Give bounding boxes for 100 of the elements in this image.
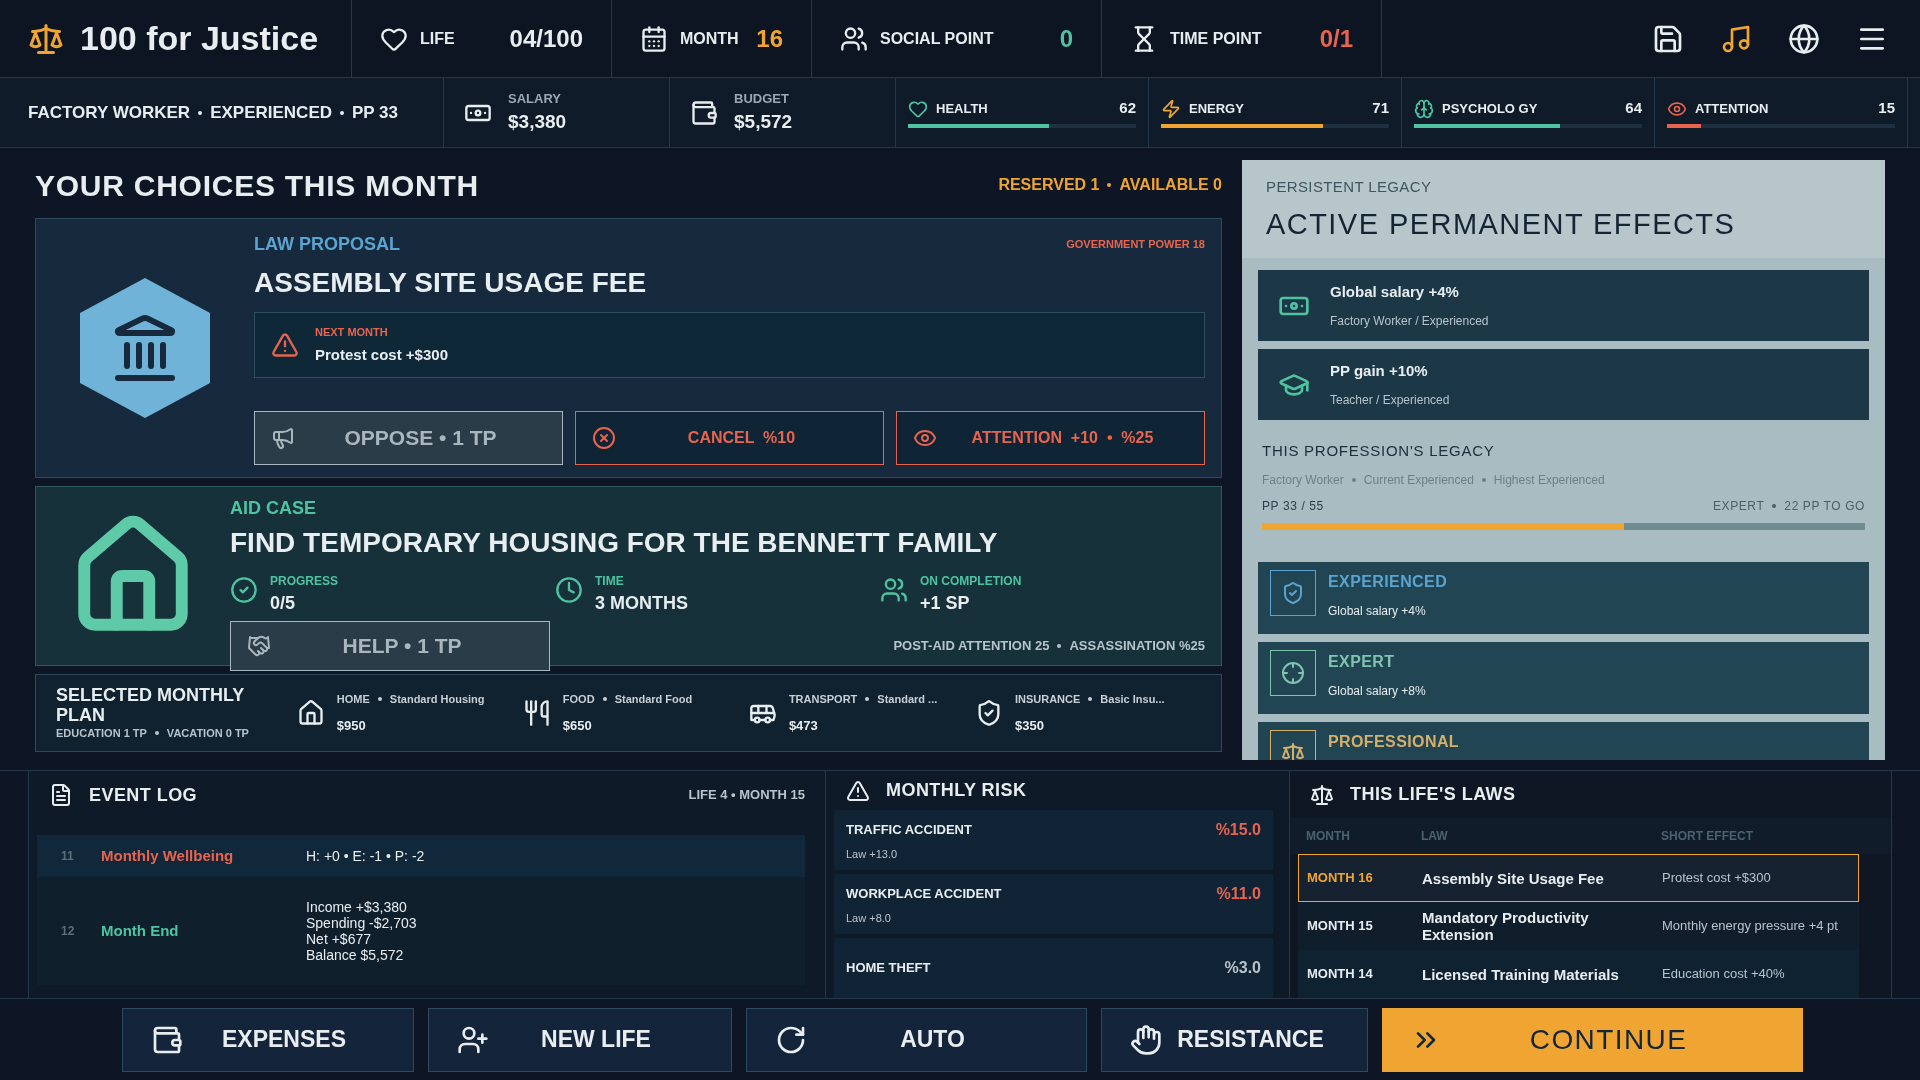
effect-title: PP gain +10% [1330, 361, 1429, 382]
risk-value: %11.0 [1216, 883, 1261, 904]
warning-icon [271, 331, 299, 359]
continue-button[interactable]: CONTINUE [1382, 1007, 1803, 1072]
tier-effect: Global salary +8% [1328, 682, 1426, 700]
plan-category: TRANSPORT [788, 692, 858, 707]
row-number: 11 [61, 848, 75, 865]
profession-text: PP 33 [352, 101, 399, 124]
category-label: LAW PROPOSAL [254, 233, 400, 256]
meter-label: HEALTH [936, 102, 989, 115]
section-title: YOUR CHOICES THIS MONTH [35, 167, 479, 204]
next-tier-text: EXPERT [1712, 497, 1765, 515]
oppose-button[interactable]: OPPOSE • 1 TP [254, 411, 563, 465]
law-effect: Monthly energy pressure +4 pt [1662, 917, 1838, 936]
law-row[interactable]: MONTH 15 Mandatory Productivity Extension Monthly energy pressure +4 pt [1298, 902, 1859, 950]
law-row[interactable]: MONTH 16 Assembly Site Usage Fee Protest cost +$300 [1298, 854, 1859, 902]
money-value: $5,572 [734, 110, 793, 134]
stat-label: SOCIAL POINT [880, 28, 994, 49]
auto-button[interactable]: AUTO [746, 1007, 1087, 1072]
stat-label: TIME POINT [1170, 28, 1262, 49]
fact-label: PROGRESS [270, 573, 338, 590]
plan-category: INSURANCE [1014, 692, 1081, 707]
log-title: Monthly Wellbeing [101, 845, 235, 866]
meter-label: ENERGY [1189, 102, 1245, 115]
cancel-button[interactable]: CANCEL %10 [575, 411, 884, 465]
notice-text: Protest cost +$300 [315, 345, 448, 365]
risk-value: %15.0 [1215, 819, 1261, 840]
plan-choice: Standard ... [877, 692, 938, 707]
handshake-icon [247, 634, 271, 658]
tier-name: PROFESSIONAL [1328, 731, 1460, 752]
legacy-meta-text: Current Experienced [1363, 471, 1474, 489]
plan-category: FOOD [562, 692, 595, 707]
law-effect: Protest cost +$300 [1662, 869, 1771, 888]
column-header: MONTH [1306, 828, 1351, 846]
plan-choice: Standard Food [614, 692, 693, 707]
panel-title: THIS LIFE'S LAWS [1350, 783, 1516, 807]
fact-value: 0/5 [270, 592, 297, 615]
meter-value: 71 [1372, 98, 1389, 119]
plan-category: HOME [336, 692, 370, 707]
legacy-meta-text: Highest Experienced [1493, 471, 1605, 489]
law-name: Assembly Site Usage Fee [1422, 869, 1605, 887]
panel-title: MONTHLY RISK [886, 779, 1027, 802]
money-label: SALARY [508, 89, 562, 108]
law-title: ASSEMBLY SITE USAGE FEE [254, 266, 648, 300]
tier-name: EXPERT [1328, 651, 1396, 672]
log-detail: Net +$677 [306, 931, 372, 947]
legacy-title: ACTIVE PERMANENT EFFECTS [1266, 206, 1737, 242]
legacy-meta-text: Factory Worker [1262, 471, 1344, 489]
plan-sub-text: EDUCATION 1 TP [56, 725, 147, 741]
warning-icon [846, 778, 870, 803]
next-tier-text: 22 PP TO GO [1784, 497, 1865, 515]
column-header: LAW [1421, 828, 1449, 846]
fact-value: 3 MONTHS [595, 592, 688, 615]
clock-icon [555, 576, 583, 604]
circle-x-icon [592, 426, 616, 450]
pp-progress-text: PP 33 / 55 [1262, 497, 1324, 515]
panel-title: EVENT LOG [89, 783, 198, 807]
log-title: Month End [101, 920, 180, 941]
wallet-icon [690, 98, 718, 127]
aid-title: FIND TEMPORARY HOUSING FOR THE BENNETT FAMILY [230, 526, 999, 560]
risk-name: HOME THEFT [846, 959, 931, 978]
meter-label: ATTENTION [1695, 102, 1770, 115]
meter-value: 64 [1625, 98, 1642, 119]
stat-label: MONTH [680, 28, 739, 49]
profession-text: EXPERIENCED [210, 101, 332, 124]
fact-label: TIME [595, 573, 625, 590]
meter-value: 15 [1878, 98, 1895, 119]
utensils-icon [522, 699, 551, 727]
calendar-icon [640, 24, 668, 53]
megaphone-icon [271, 426, 295, 450]
category-label: AID CASE [230, 497, 317, 520]
expenses-button[interactable]: EXPENSES [122, 1007, 414, 1072]
risk-name: WORKPLACE ACCIDENT [846, 885, 1002, 903]
notice-label: NEXT MONTH [315, 324, 389, 340]
law-month: MONTH 14 [1307, 965, 1374, 984]
game-title: 100 for Justice [80, 18, 319, 59]
tier-effect: Global salary +4% [1328, 602, 1427, 620]
law-month: MONTH 16 [1307, 869, 1374, 888]
people-icon [840, 24, 868, 53]
new-life-button[interactable]: NEW LIFE [428, 1007, 732, 1072]
law-effect: Education cost +40% [1662, 965, 1785, 984]
plan-choice: Basic Insu... [1100, 692, 1165, 707]
stat-value: 16 [756, 23, 783, 54]
profession-text: FACTORY WORKER [28, 101, 191, 124]
document-icon [49, 783, 73, 807]
attention-button[interactable]: ATTENTION +10 • %25 [896, 411, 1205, 465]
panel-meta: LIFE 4 • MONTH 15 [688, 786, 805, 805]
counter-text: RESERVED 1 [998, 175, 1100, 195]
globe-icon[interactable] [1788, 22, 1820, 55]
help-button[interactable]: HELP • 1 TP [230, 621, 550, 671]
risk-detail: Law +8.0 [846, 910, 892, 926]
resistance-button[interactable]: RESISTANCE [1101, 1007, 1368, 1072]
plan-cost: $950 [336, 716, 367, 735]
legacy-eyebrow: PERSISTENT LEGACY [1266, 177, 1433, 197]
stat-value: 0/1 [1319, 23, 1353, 54]
risk-note: ASSASSINATION %25 [1069, 637, 1205, 656]
stat-value: 04/100 [509, 23, 583, 54]
law-row[interactable]: MONTH 14 Licensed Training Materials Education cost +40% [1298, 950, 1859, 998]
effect-source: Factory Worker / Experienced [1330, 312, 1489, 330]
risk-name: TRAFFIC ACCIDENT [846, 821, 972, 839]
